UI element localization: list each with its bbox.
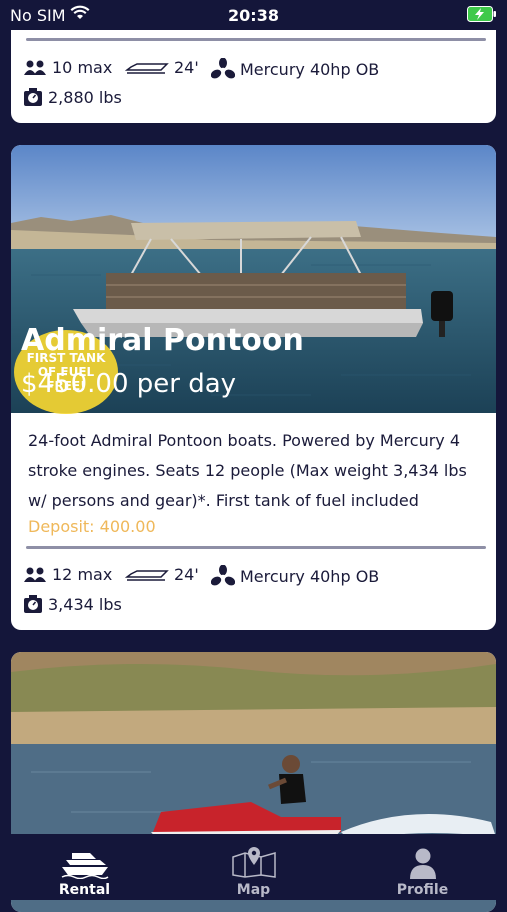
listing-title: Admiral Pontoon [21, 323, 304, 358]
tab-map[interactable]: Map [194, 838, 314, 900]
tab-profile-label: Profile [396, 882, 449, 898]
status-bar: No SIM 20:38 [0, 0, 507, 30]
weight-spec: 2,880 lbs [23, 87, 122, 107]
weight-spec: 3,434 lbs [23, 594, 122, 614]
boat-icon [61, 853, 108, 879]
length-label: 24' [174, 565, 199, 584]
divider [26, 38, 486, 41]
people-icon [24, 567, 46, 582]
capacity-spec: 12 max [23, 565, 112, 584]
listing-price: $450.00 per day [21, 369, 237, 399]
propeller-icon [211, 58, 235, 79]
engine-spec: Mercury 40hp OB [211, 58, 379, 80]
weight-label: 3,434 lbs [48, 594, 122, 614]
length-spec: 24' [125, 58, 199, 77]
engine-label: Mercury 40hp OB [240, 59, 380, 79]
divider [26, 546, 486, 549]
map-icon [231, 847, 276, 878]
capacity-label: 10 max [52, 58, 113, 77]
tab-profile[interactable]: Profile [363, 838, 483, 900]
clock: 20:38 [228, 6, 279, 25]
tab-map-label: Map [236, 882, 271, 898]
engine-label: Mercury 40hp OB [240, 566, 380, 586]
tab-rental[interactable]: Rental [25, 838, 145, 900]
length-label: 24' [174, 58, 199, 77]
person-icon [409, 848, 436, 879]
propeller-icon [211, 565, 235, 586]
boat-length-icon [125, 569, 169, 581]
tab-rental-label: Rental [58, 882, 111, 898]
length-spec: 24' [125, 565, 199, 584]
boat-length-icon [125, 62, 169, 74]
listing-description: 24-foot Admiral Pontoon boats. Powered b… [28, 431, 467, 510]
scale-icon [24, 595, 42, 613]
capacity-spec: 10 max [23, 58, 112, 77]
battery-icon [467, 6, 497, 26]
scale-icon [24, 88, 42, 106]
capacity-label: 12 max [52, 565, 113, 584]
weight-label: 2,880 lbs [48, 87, 122, 107]
bottom-tab-bar: Rental Map Profile [0, 834, 507, 900]
deposit-label: Deposit: 400.00 [28, 517, 156, 536]
listing-card-admiral-pontoon[interactable]: FIRST TANK OF FUEL FREE! Admiral Pontoon… [11, 145, 496, 630]
engine-spec: Mercury 40hp OB [211, 565, 379, 587]
people-icon [24, 60, 46, 75]
